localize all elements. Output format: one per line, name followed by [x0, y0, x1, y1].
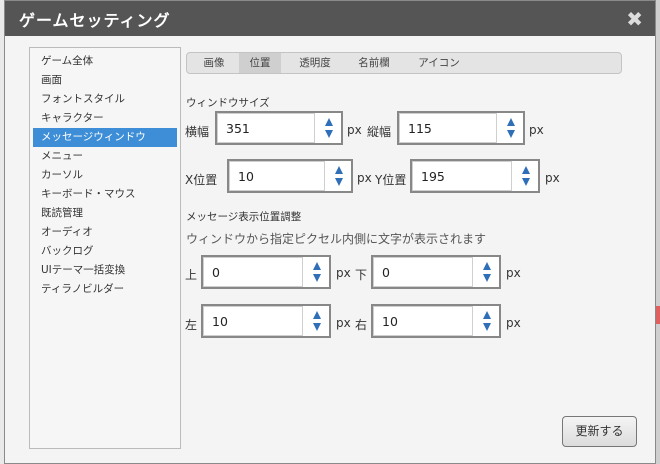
tab-transparency[interactable]: 透明度 [289, 53, 341, 73]
tab-bar: 画像 位置 透明度 名前欄 アイコン [186, 52, 622, 74]
left-padding-stepper[interactable]: 10 [201, 304, 331, 338]
x-position-stepper-arrows[interactable] [327, 161, 351, 191]
sidebar-item[interactable]: UIテーマ一括変換 [33, 261, 177, 280]
settings-sidebar: ゲーム全体 画面 フォントスタイル キャラクター メッセージウィンドウ メニュー カーソルキ… [29, 47, 181, 449]
increment-icon[interactable] [313, 311, 321, 319]
tab-icon[interactable]: アイコン [409, 53, 469, 73]
height-unit: px [529, 123, 544, 137]
y-position-unit: px [545, 171, 560, 185]
update-button[interactable]: 更新する [562, 416, 637, 447]
right-padding-input[interactable]: 10 [373, 306, 473, 336]
game-settings-dialog: ゲームセッティング ✖ ゲーム全体 画面 フォントスタイル キャラクター メッセージウィ… [4, 0, 656, 464]
decrement-icon[interactable] [325, 130, 333, 138]
top-padding-stepper[interactable]: 0 [201, 255, 331, 289]
x-position-label: X位置 [185, 173, 218, 187]
dialog-titlebar: ゲームセッティング ✖ [5, 1, 655, 36]
tab-name-field[interactable]: 名前欄 [349, 53, 399, 73]
sidebar-item[interactable]: キーボード・マウス [33, 185, 177, 204]
close-icon[interactable]: ✖ [626, 7, 643, 31]
increment-icon[interactable] [335, 166, 343, 174]
sidebar-item[interactable]: メッセージウィンドウ [33, 128, 177, 147]
increment-icon[interactable] [507, 118, 515, 126]
decrement-icon[interactable] [483, 274, 491, 282]
increment-icon[interactable] [483, 311, 491, 319]
sidebar-item[interactable]: カーソル [33, 166, 177, 185]
increment-icon[interactable] [325, 118, 333, 126]
increment-icon[interactable] [483, 262, 491, 270]
sidebar-item[interactable]: ティラノビルダー [33, 280, 177, 299]
sidebar-item[interactable]: 既読管理 [33, 204, 177, 223]
right-padding-stepper[interactable]: 10 [371, 304, 501, 338]
left-padding-input[interactable]: 10 [203, 306, 303, 336]
right-padding-unit: px [506, 316, 521, 330]
left-label: 左 [185, 318, 198, 332]
y-position-stepper-arrows[interactable] [514, 161, 538, 191]
x-position-unit: px [357, 171, 372, 185]
sidebar-item[interactable]: 画面 [33, 71, 177, 90]
background-app-accent [656, 306, 660, 324]
top-label: 上 [185, 268, 198, 282]
sidebar-item[interactable]: フォントスタイル [33, 90, 177, 109]
height-input[interactable]: 115 [399, 113, 497, 143]
tab-position[interactable]: 位置 [239, 53, 281, 73]
sidebar-item[interactable]: メニュー [33, 147, 177, 166]
decrement-icon[interactable] [507, 130, 515, 138]
top-padding-stepper-arrows[interactable] [305, 257, 329, 287]
decrement-icon[interactable] [313, 323, 321, 331]
height-stepper-arrows[interactable] [499, 113, 523, 143]
tab-image[interactable]: 画像 [193, 53, 235, 73]
bottom-padding-unit: px [506, 266, 521, 280]
x-position-stepper[interactable]: 10 [227, 159, 353, 193]
bottom-label: 下 [355, 268, 368, 282]
bottom-padding-input[interactable]: 0 [373, 257, 473, 287]
increment-icon[interactable] [522, 166, 530, 174]
y-position-label: Y位置 [375, 173, 407, 187]
width-stepper-arrows[interactable] [317, 113, 341, 143]
padding-description: ウィンドウから指定ピクセル内側に文字が表示されます [186, 232, 487, 246]
decrement-icon[interactable] [522, 178, 530, 186]
height-stepper[interactable]: 115 [397, 111, 525, 145]
bottom-padding-stepper[interactable]: 0 [371, 255, 501, 289]
decrement-icon[interactable] [313, 274, 321, 282]
right-padding-stepper-arrows[interactable] [475, 306, 499, 336]
right-label: 右 [355, 318, 368, 332]
y-position-input[interactable]: 195 [412, 161, 512, 191]
bottom-padding-stepper-arrows[interactable] [475, 257, 499, 287]
height-label: 縦幅 [367, 125, 392, 139]
sidebar-item[interactable]: バックログ [33, 242, 177, 261]
width-stepper[interactable]: 351 [215, 111, 343, 145]
top-padding-unit: px [336, 266, 351, 280]
left-padding-stepper-arrows[interactable] [305, 306, 329, 336]
sidebar-item[interactable]: キャラクター [33, 109, 177, 128]
dialog-title: ゲームセッティング [19, 11, 171, 30]
width-label: 横幅 [185, 125, 210, 139]
window-size-heading: ウィンドウサイズ [186, 97, 270, 109]
left-padding-unit: px [336, 316, 351, 330]
width-unit: px [347, 123, 362, 137]
x-position-input[interactable]: 10 [229, 161, 325, 191]
decrement-icon[interactable] [335, 178, 343, 186]
increment-icon[interactable] [313, 262, 321, 270]
top-padding-input[interactable]: 0 [203, 257, 303, 287]
y-position-stepper[interactable]: 195 [410, 159, 540, 193]
sidebar-item[interactable]: ゲーム全体 [33, 52, 177, 71]
width-input[interactable]: 351 [217, 113, 315, 143]
padding-heading: メッセージ表示位置調整 [186, 211, 302, 223]
sidebar-item[interactable]: オーディオ [33, 223, 177, 242]
decrement-icon[interactable] [483, 323, 491, 331]
